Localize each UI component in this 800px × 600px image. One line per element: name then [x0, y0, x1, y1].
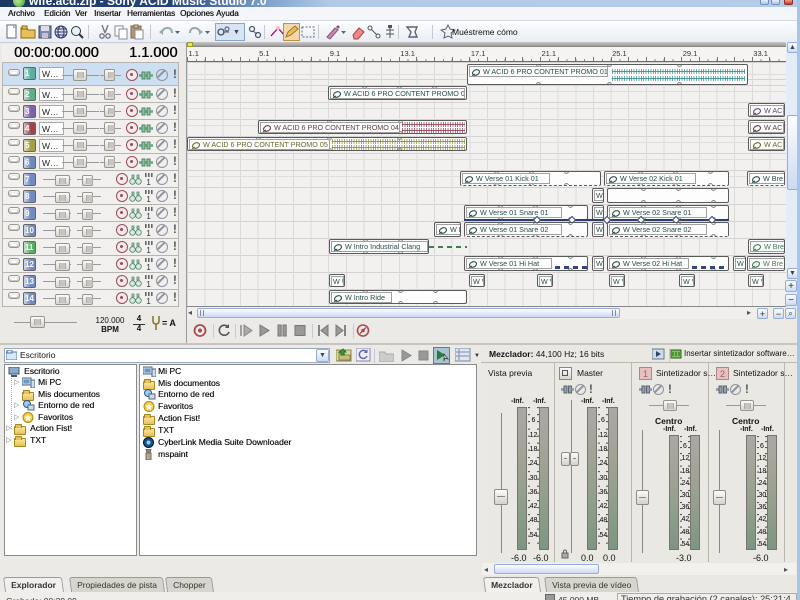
svg-text:1: 1	[146, 246, 151, 254]
svg-text:1: 1	[146, 195, 151, 203]
svg-text:1: 1	[146, 297, 151, 305]
svg-text:1: 1	[146, 280, 151, 288]
svg-text:1: 1	[146, 212, 151, 220]
svg-text:1: 1	[146, 178, 151, 186]
svg-text:1: 1	[146, 229, 151, 237]
svg-text:1: 1	[146, 263, 151, 271]
